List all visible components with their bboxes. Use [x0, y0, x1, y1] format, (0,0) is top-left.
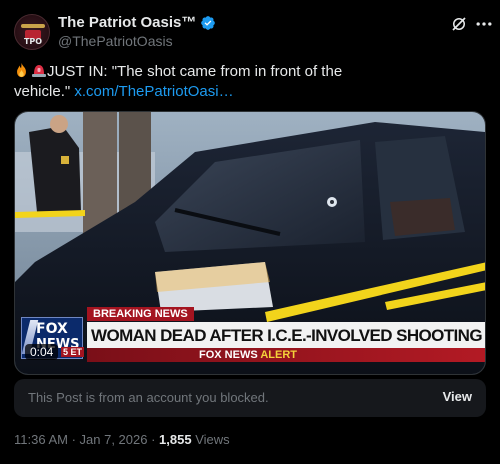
avatar[interactable]: TPO — [14, 14, 50, 50]
video-media[interactable]: FOX NEWS BREAKING NEWS WOMAN DEAD AFTER … — [14, 111, 486, 375]
blocked-post-card: This Post is from an account you blocked… — [14, 379, 486, 417]
fox-logo-line1: FOX — [36, 321, 68, 337]
grok-icon[interactable] — [450, 15, 468, 33]
verified-badge-icon — [201, 15, 216, 30]
fire-emoji-icon — [17, 62, 26, 78]
breaking-news-label: BREAKING NEWS — [87, 307, 194, 321]
more-options-icon[interactable] — [474, 14, 494, 34]
name-row: The Patriot Oasis™ — [58, 14, 216, 31]
post-date[interactable]: Jan 7, 2026 — [80, 432, 148, 447]
handle[interactable]: @ThePatriotOasis — [58, 33, 173, 49]
video-duration: 0:04 — [25, 344, 59, 360]
avatar-wing-graphic — [21, 24, 45, 28]
display-name[interactable]: The Patriot Oasis™ — [58, 14, 196, 31]
post-time[interactable]: 11:36 AM — [14, 432, 68, 447]
tweet-text: JUST IN: "The shot came from in front of… — [14, 62, 486, 102]
post-header: TPO The Patriot Oasis™ @ThePatriotOasis — [14, 12, 492, 52]
alert-text: FOX NEWS ALERT — [199, 348, 297, 362]
view-count[interactable]: 1,855 — [159, 432, 192, 447]
post-meta: 11:36 AM · Jan 7, 2026 · 1,855 Views — [14, 432, 230, 447]
timezone-badge: 5 ET — [61, 347, 85, 357]
avatar-text: TPO — [23, 37, 43, 46]
alert-bar: FOX NEWS ALERT — [87, 348, 485, 362]
alert-brand: FOX NEWS — [199, 349, 258, 361]
news-chyron: FOX NEWS BREAKING NEWS WOMAN DEAD AFTER … — [15, 307, 485, 367]
alert-word: ALERT — [260, 349, 297, 361]
tweet-link[interactable]: x.com/ThePatriotOasi… — [74, 83, 233, 100]
headline-bar: WOMAN DEAD AFTER I.C.E.-INVOLVED SHOOTIN… — [87, 322, 485, 348]
headline-text: WOMAN DEAD AFTER I.C.E.-INVOLVED SHOOTIN… — [91, 326, 485, 345]
siren-emoji-icon — [32, 65, 46, 77]
blocked-message: This Post is from an account you blocked… — [28, 390, 269, 405]
view-button[interactable]: View — [443, 389, 472, 404]
views-label: Views — [195, 432, 230, 447]
